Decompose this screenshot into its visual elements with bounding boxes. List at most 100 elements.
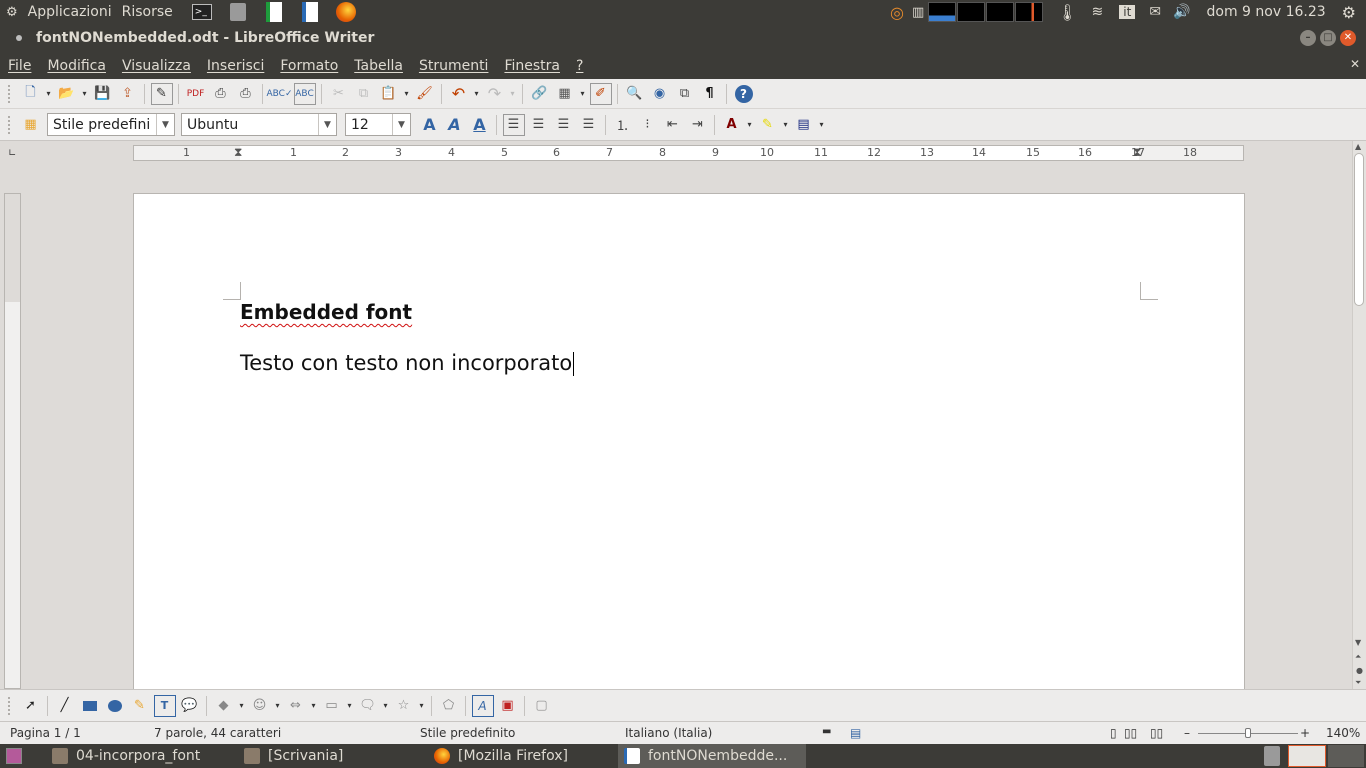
decrease-indent-icon[interactable]: ⇤ xyxy=(662,114,684,136)
increase-indent-icon[interactable]: ⇥ xyxy=(687,114,709,136)
symbol-shapes-icon[interactable]: ☺ xyxy=(249,695,271,717)
background-color-dropdown-icon[interactable]: ▾ xyxy=(818,114,826,136)
print-preview-icon[interactable]: ⎙ xyxy=(235,83,257,105)
next-page-icon[interactable]: ⏷ xyxy=(1355,678,1361,688)
rectangle-icon[interactable] xyxy=(79,695,101,717)
places-menu[interactable]: Risorse xyxy=(122,4,173,20)
page-style[interactable]: Stile predefinito xyxy=(420,726,515,740)
vertical-ruler[interactable] xyxy=(4,193,21,689)
magnifier-icon[interactable]: ◎ xyxy=(890,3,904,22)
menu-finestra[interactable]: Finestra xyxy=(504,58,560,74)
font-color-icon[interactable]: A xyxy=(721,114,743,136)
zoom-level[interactable]: 140% xyxy=(1326,726,1360,740)
export-icon[interactable]: ⇪ xyxy=(117,83,139,105)
new-dropdown-icon[interactable]: ▾ xyxy=(45,83,53,105)
font-size-combo[interactable]: 12 ▼ xyxy=(345,113,411,136)
close-button[interactable]: ✕ xyxy=(1340,30,1356,46)
language[interactable]: Italiano (Italia) xyxy=(625,726,712,740)
italic-icon[interactable]: A xyxy=(444,114,466,136)
block-arrows-dropdown-icon[interactable]: ▾ xyxy=(310,695,318,717)
gallery-icon[interactable]: ⧉ xyxy=(674,83,696,105)
system-load-graphs[interactable] xyxy=(928,2,1044,22)
calculator-launcher-icon[interactable] xyxy=(227,2,249,22)
firefox-launcher-icon[interactable] xyxy=(335,2,357,22)
formatting-marks-icon[interactable]: ¶ xyxy=(699,83,721,105)
multi-page-view-icon[interactable]: ▯▯ xyxy=(1124,726,1137,740)
menu-file[interactable]: File xyxy=(8,58,31,74)
redo-icon[interactable]: ↷ xyxy=(484,83,506,105)
menu-tabella[interactable]: Tabella xyxy=(354,58,403,74)
font-color-dropdown-icon[interactable]: ▾ xyxy=(746,114,754,136)
from-file-icon[interactable]: ▣ xyxy=(497,695,519,717)
select-pointer-icon[interactable]: ➚ xyxy=(20,695,42,717)
thermometer-icon[interactable]: 🌡 xyxy=(1057,3,1077,22)
clone-formatting-icon[interactable]: 🖌 xyxy=(414,83,436,105)
callouts-icon[interactable]: 🗨 xyxy=(357,695,379,717)
task-item-active[interactable]: fontNONembedde... xyxy=(618,744,806,768)
table-dropdown-icon[interactable]: ▾ xyxy=(579,83,587,105)
toolbar-grip[interactable] xyxy=(8,115,12,134)
previous-page-icon[interactable]: ⏶ xyxy=(1355,652,1361,662)
menu-strumenti[interactable]: Strumenti xyxy=(419,58,489,74)
applications-menu[interactable]: Applicazioni xyxy=(28,4,112,20)
terminal-launcher-icon[interactable]: >_ xyxy=(191,2,213,22)
maximize-button[interactable]: □ xyxy=(1320,30,1336,46)
menu-modifica[interactable]: Modifica xyxy=(47,58,106,74)
chevron-down-icon[interactable]: ▼ xyxy=(156,114,174,135)
align-left-icon[interactable]: ☰ xyxy=(502,113,525,136)
keyboard-layout-indicator[interactable]: it xyxy=(1119,5,1136,19)
window-titlebar[interactable]: fontNONembedded.odt - LibreOffice Writer… xyxy=(0,24,1366,52)
word-count[interactable]: 7 parole, 44 caratteri xyxy=(154,726,281,740)
edit-mode-icon[interactable]: ✎ xyxy=(150,82,173,105)
callout-icon[interactable]: 💬 xyxy=(179,695,201,717)
trash-icon[interactable] xyxy=(1264,746,1280,766)
zoom-slider[interactable] xyxy=(1198,728,1298,738)
stars-dropdown-icon[interactable]: ▾ xyxy=(418,695,426,717)
freeform-line-icon[interactable]: ✎ xyxy=(129,695,151,717)
symbol-shapes-dropdown-icon[interactable]: ▾ xyxy=(274,695,282,717)
navigation-icon[interactable]: ● xyxy=(1356,666,1363,675)
bullets-icon[interactable]: ⁝ xyxy=(637,114,659,136)
workspace-switcher-2[interactable] xyxy=(1328,745,1364,767)
toolbar-grip[interactable] xyxy=(8,696,12,715)
menu-visualizza[interactable]: Visualizza xyxy=(122,58,191,74)
flowchart-icon[interactable]: ▭ xyxy=(321,695,343,717)
task-item[interactable]: [Mozilla Firefox] xyxy=(428,744,616,768)
basic-shapes-dropdown-icon[interactable]: ▾ xyxy=(238,695,246,717)
menu-inserisci[interactable]: Inserisci xyxy=(207,58,264,74)
insert-mode-icon[interactable]: ▬ xyxy=(822,726,831,737)
navigator-icon[interactable]: ◉ xyxy=(649,83,671,105)
styles-formatting-icon[interactable]: ▦ xyxy=(20,114,42,136)
mail-icon[interactable]: ✉ xyxy=(1149,4,1161,20)
open-folder-icon[interactable]: 📂 xyxy=(56,83,78,105)
text-box-icon[interactable]: T xyxy=(153,694,176,717)
cut-icon[interactable]: ✂ xyxy=(328,83,350,105)
print-icon[interactable]: ⎙ xyxy=(210,83,232,105)
numbering-icon[interactable]: ⒈ xyxy=(612,114,634,136)
menu-formato[interactable]: Formato xyxy=(280,58,338,74)
zoom-out-icon[interactable]: – xyxy=(1184,726,1190,740)
align-center-icon[interactable]: ☰ xyxy=(528,114,550,136)
paste-icon[interactable]: 📋 xyxy=(378,83,400,105)
zoom-in-icon[interactable]: + xyxy=(1300,726,1310,740)
open-dropdown-icon[interactable]: ▾ xyxy=(81,83,89,105)
spellcheck-icon[interactable]: ABC✓ xyxy=(267,83,293,105)
justify-icon[interactable]: ☰ xyxy=(578,114,600,136)
task-item[interactable]: [Scrivania] xyxy=(238,744,428,768)
wifi-icon[interactable]: ≋ xyxy=(1092,4,1104,20)
font-name-combo[interactable]: Ubuntu ▼ xyxy=(181,113,337,136)
line-icon[interactable]: ╱ xyxy=(54,695,76,717)
task-item[interactable]: 04-incorpora_font xyxy=(46,744,236,768)
ellipse-icon[interactable] xyxy=(104,695,126,717)
spreadsheet-launcher-icon[interactable] xyxy=(263,2,285,22)
table-icon[interactable]: ▦ xyxy=(554,83,576,105)
underline-icon[interactable]: A xyxy=(469,114,491,136)
copy-icon[interactable]: ⧉ xyxy=(353,83,375,105)
align-right-icon[interactable]: ☰ xyxy=(553,114,575,136)
basic-shapes-icon[interactable]: ◆ xyxy=(213,695,235,717)
paste-dropdown-icon[interactable]: ▾ xyxy=(403,83,411,105)
document-heading[interactable]: Embedded font xyxy=(240,300,412,324)
menubar-close-doc-icon[interactable]: ✕ xyxy=(1350,57,1360,71)
extrusion-icon[interactable]: ▢ xyxy=(531,695,553,717)
workspace-switcher[interactable] xyxy=(1288,745,1326,767)
